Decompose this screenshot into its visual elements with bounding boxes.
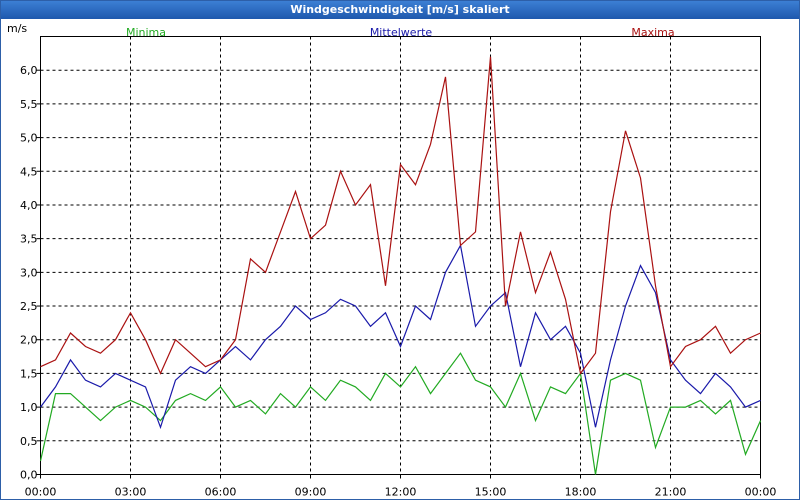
x-tick-time: 06:00 xyxy=(205,486,237,499)
y-tick-label: 4,5 xyxy=(20,165,38,178)
x-tick-time: 09:00 xyxy=(295,486,327,499)
y-tick-label: 1,0 xyxy=(20,401,38,414)
y-tick-label: 2,5 xyxy=(20,300,38,313)
x-tick-time: 18:00 xyxy=(565,486,597,499)
y-tick-label: 1,5 xyxy=(20,367,38,380)
y-tick-label: 4,0 xyxy=(20,199,38,212)
y-tick-label: 6,0 xyxy=(20,64,38,77)
x-tick-time: 15:00 xyxy=(475,486,507,499)
legend-minima: Minima xyxy=(126,26,166,39)
window-title: Windgeschwindigkeit [m/s] skaliert xyxy=(1,1,799,19)
y-tick-label: 0,0 xyxy=(20,469,38,482)
wind-speed-chart: 0,00,51,01,52,02,53,03,54,04,55,05,56,0 … xyxy=(1,19,799,499)
x-tick-time: 00:00 xyxy=(745,486,777,499)
chart-window: Windgeschwindigkeit [m/s] skaliert 0,0 0,… xyxy=(0,0,800,500)
y-tick-label: 2,0 xyxy=(20,334,38,347)
legend-maxima: Maxima xyxy=(631,26,674,39)
x-tick-time: 03:00 xyxy=(115,486,147,499)
y-tick-label: 0,5 xyxy=(20,435,38,448)
y-axis-label: m/s xyxy=(7,22,27,35)
x-tick-time: 00:00 xyxy=(25,486,57,499)
y-tick-label: 3,5 xyxy=(20,233,38,246)
y-tick-label: 5,5 xyxy=(20,98,38,111)
legend-mittelwerte: Mittelwerte xyxy=(370,26,433,39)
y-tick-label: 5,0 xyxy=(20,132,38,145)
y-tick-label: 3,0 xyxy=(20,266,38,279)
x-tick-time: 21:00 xyxy=(655,486,687,499)
x-tick-time: 12:00 xyxy=(385,486,417,499)
